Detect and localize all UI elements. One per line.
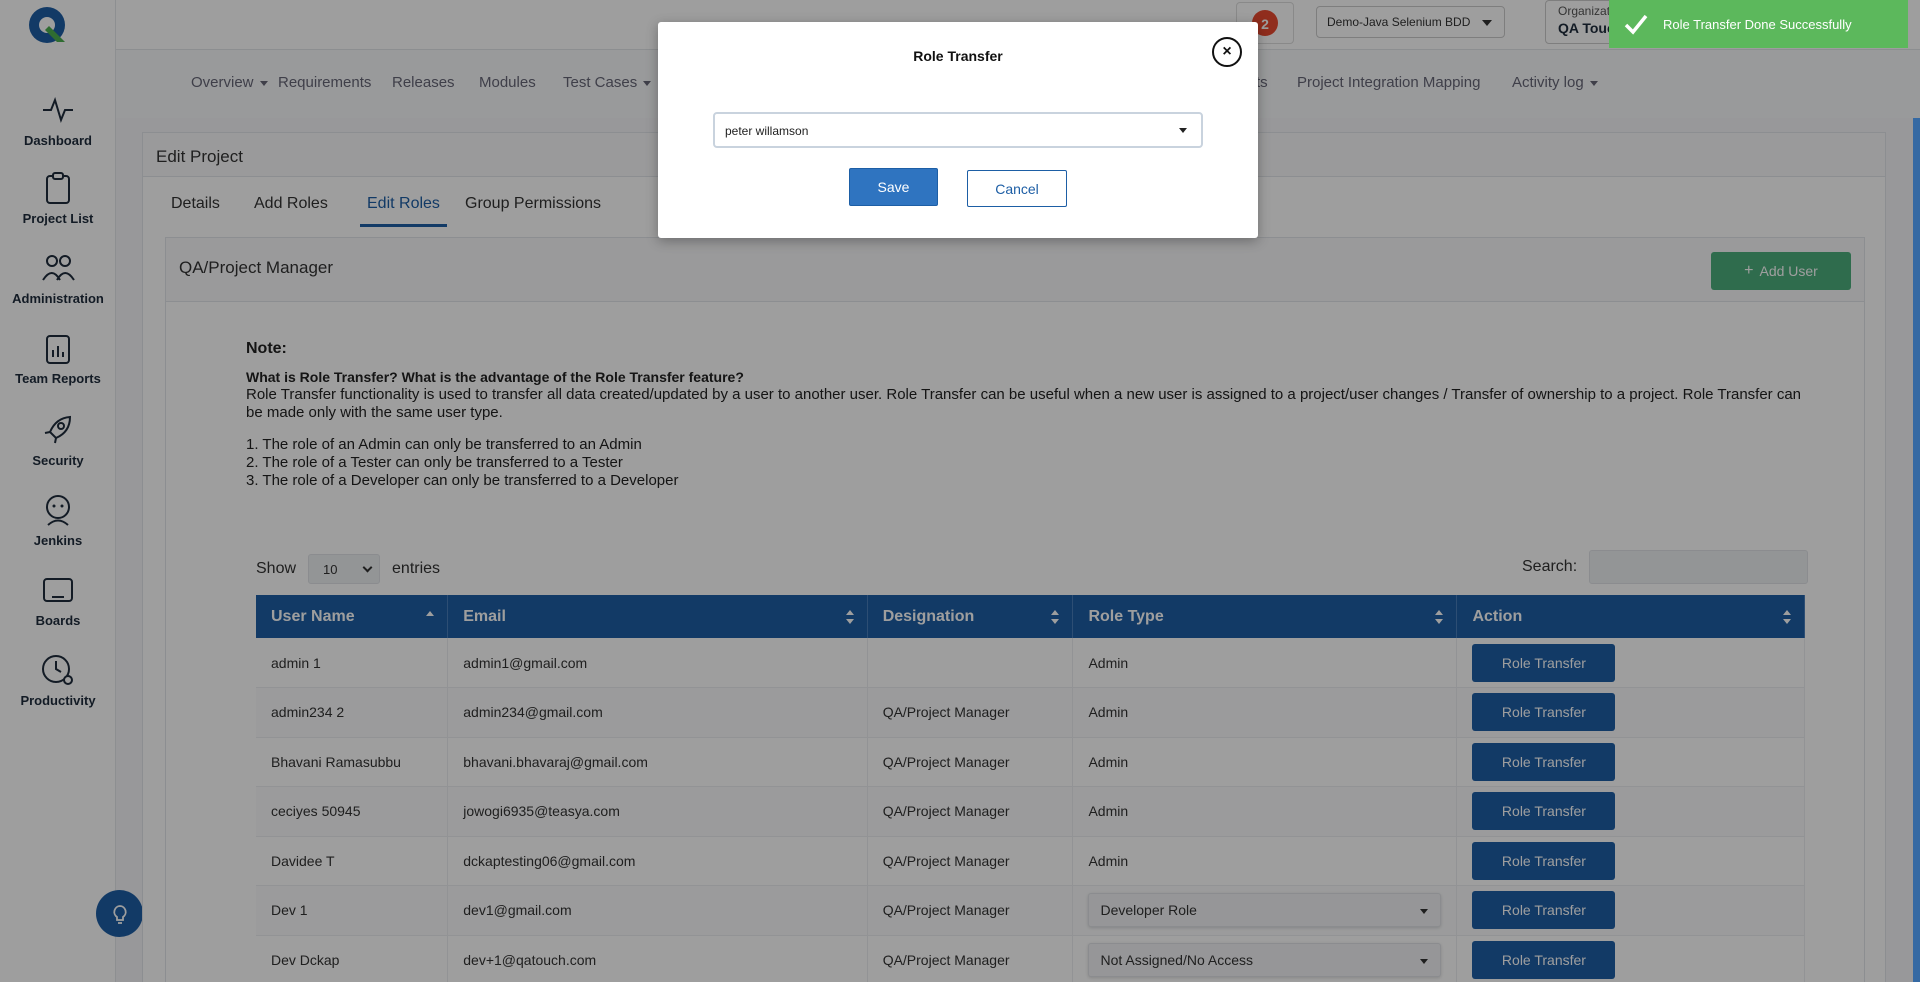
chevron-down-icon bbox=[1179, 128, 1187, 133]
page-scrollbar[interactable] bbox=[1913, 118, 1920, 982]
close-icon[interactable]: × bbox=[1212, 37, 1242, 67]
cancel-button[interactable]: Cancel bbox=[967, 170, 1067, 207]
transfer-user-value: peter willamson bbox=[725, 124, 809, 138]
toast-message: Role Transfer Done Successfully bbox=[1663, 16, 1852, 32]
modal-title: Role Transfer bbox=[913, 48, 1003, 64]
checkmark-icon bbox=[1624, 14, 1648, 35]
success-toast: Role Transfer Done Successfully bbox=[1609, 0, 1908, 48]
save-button[interactable]: Save bbox=[849, 168, 938, 206]
role-transfer-modal: Role Transfer × peter willamson Save Can… bbox=[658, 22, 1258, 238]
transfer-user-select[interactable]: peter willamson bbox=[713, 112, 1203, 148]
